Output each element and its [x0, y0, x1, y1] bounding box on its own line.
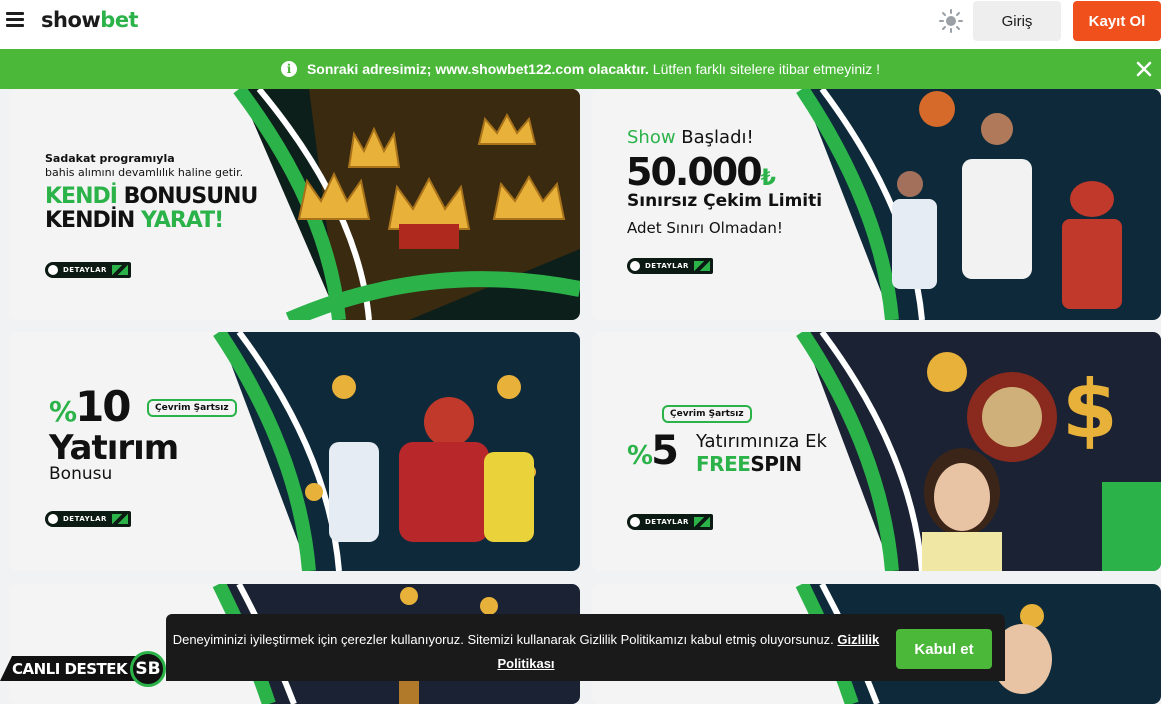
- promo-pre-title-accent: Show: [627, 127, 676, 148]
- hamburger-icon[interactable]: [6, 12, 24, 28]
- promo-title-2-accent: YARAT!: [141, 208, 224, 233]
- support-badge-icon: SB: [130, 651, 166, 687]
- promo-line-2: FREESPIN: [696, 452, 802, 476]
- logo[interactable]: showbet: [41, 8, 139, 32]
- header-bar: showbet Giriş Kayıt Ol: [0, 0, 1161, 49]
- promo-percent: %10: [49, 382, 132, 431]
- promo-title: Yatırım: [49, 428, 179, 468]
- promo-title-2: KENDİN YARAT!: [45, 208, 224, 233]
- lira-icon: ₺: [760, 166, 776, 191]
- register-button[interactable]: Kayıt Ol: [1073, 1, 1161, 41]
- percent-sign: %: [627, 441, 653, 471]
- promo-card-freespin[interactable]: $ Çevrim Şartsız %5 Yatırımınıza Ek FREE…: [592, 332, 1161, 571]
- promo-amount: 50.000₺: [626, 150, 776, 194]
- promo-title-2-start: KENDİN: [45, 208, 142, 233]
- cookie-consent-bar: Deneyiminizi iyileştirmek için çerezler …: [166, 614, 1005, 681]
- promo-percent-value: 5: [651, 428, 679, 474]
- no-wagering-badge: Çevrim Şartsız: [662, 405, 752, 423]
- info-icon: i: [280, 61, 297, 77]
- promo-subtitle: Sınırsız Çekim Limiti: [627, 191, 823, 211]
- details-button[interactable]: DETAYLAR: [45, 262, 131, 278]
- percent-sign: %: [49, 395, 77, 428]
- cookie-message-text: Deneyiminizi iyileştirmek için çerezler …: [172, 632, 834, 647]
- notice-text: Lütfen farklı sitelere itibar etmeyiniz …: [652, 61, 881, 77]
- promo-line-2: bahis alımını devamlılık haline getir.: [45, 166, 244, 179]
- details-button[interactable]: DETAYLAR: [627, 258, 713, 274]
- promo-title-1-rest: BONUSUNU: [116, 184, 259, 209]
- promo-line-2-rest: SPIN: [750, 452, 802, 476]
- address-notice-bar: i Sonraki adresimiz; www.showbet122.com …: [0, 49, 1161, 89]
- close-icon[interactable]: [1134, 59, 1154, 79]
- live-support-label: CANLI DESTEK: [12, 660, 128, 678]
- no-wagering-badge: Çevrim Şartsız: [147, 399, 237, 417]
- details-button[interactable]: DETAYLAR: [627, 514, 713, 530]
- logo-part-bet: bet: [100, 8, 139, 32]
- promo-line-2-accent: FREE: [696, 452, 751, 476]
- details-button[interactable]: DETAYLAR: [45, 511, 131, 527]
- promo-amount-value: 50.000: [626, 150, 763, 194]
- promo-subtitle: Bonusu: [49, 464, 113, 484]
- login-button[interactable]: Giriş: [973, 1, 1061, 41]
- cookie-message: Deneyiminizi iyileştirmek için çerezler …: [166, 628, 886, 676]
- promo-card-deposit-bonus[interactable]: %10 Çevrim Şartsız Yatırım Bonusu DETAYL…: [9, 332, 580, 571]
- notice-strong-text: Sonraki adresimiz; www.showbet122.com ol…: [306, 61, 649, 77]
- promo-card-loyalty[interactable]: Sadakat programıyla bahis alımını devaml…: [9, 89, 580, 320]
- promo-percent-value: 10: [75, 382, 131, 431]
- promo-line-1: Sadakat programıyla: [45, 152, 175, 165]
- promo-pre-title-rest: Başladı!: [675, 127, 754, 148]
- promo-banner-art: $: [592, 332, 1161, 571]
- promo-line-1: Yatırımınıza Ek: [696, 431, 827, 452]
- logo-part-show: show: [41, 8, 101, 32]
- live-support-button[interactable]: CANLI DESTEK SB: [0, 648, 170, 687]
- svg-text:$: $: [1062, 363, 1118, 456]
- accept-cookies-button[interactable]: Kabul et: [896, 629, 992, 669]
- promo-title-1: KENDİ BONUSUNU: [45, 184, 259, 209]
- promo-percent: %5: [627, 428, 679, 474]
- sun-icon[interactable]: [938, 8, 964, 34]
- promo-pre-title: Show Başladı!: [627, 127, 754, 148]
- promo-card-unlimited-withdrawal[interactable]: Show Başladı! 50.000₺ Sınırsız Çekim Lim…: [592, 89, 1161, 320]
- promo-note: Adet Sınırı Olmadan!: [627, 219, 783, 237]
- promo-title-1-accent: KENDİ: [45, 184, 118, 209]
